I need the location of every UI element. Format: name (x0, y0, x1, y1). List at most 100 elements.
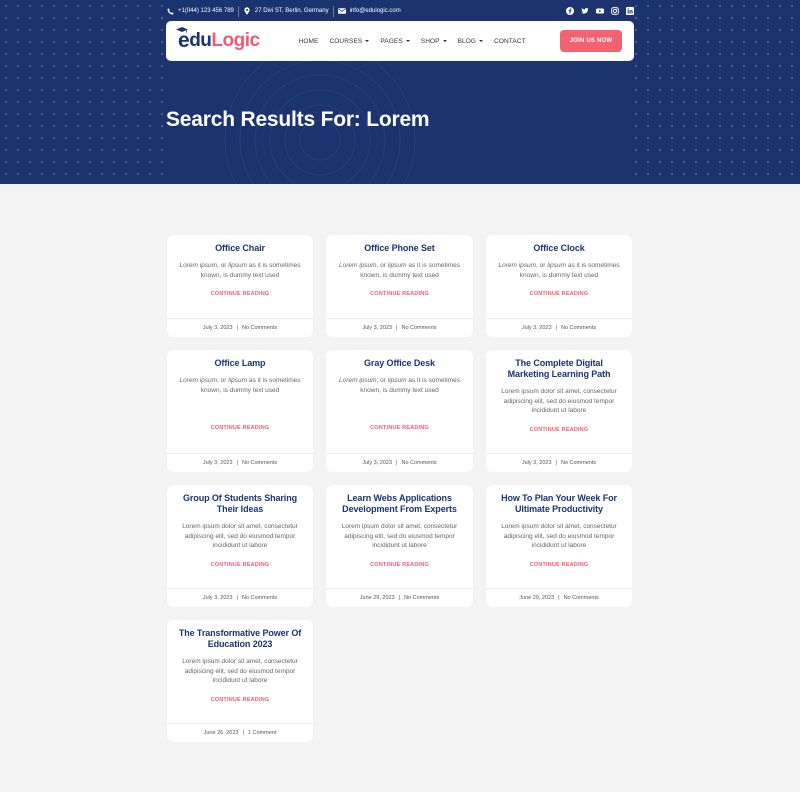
post-date[interactable]: July 3, 2023 (203, 460, 233, 466)
post-title[interactable]: Office Chair (176, 243, 304, 254)
post-title[interactable]: Group Of Students Sharing Their Ideas (176, 493, 304, 515)
chevron-down-icon (365, 40, 370, 42)
email-text: info@edulogic.com (349, 8, 401, 14)
continue-reading-link[interactable]: CONTINUE READING (495, 562, 623, 568)
graduation-cap-icon (176, 27, 188, 33)
post-excerpt: Lorem ipsum dolor sit amet, consectetur … (501, 523, 617, 549)
divider (332, 5, 334, 17)
post-card: How To Plan Your Week For Ultimate Produ… (486, 485, 632, 607)
logo-logic: Logic (211, 30, 260, 51)
post-card: The Transformative Power Of Education 20… (167, 620, 313, 742)
post-card: Office Chair Lorem ipsum, or lipsum as i… (167, 235, 313, 337)
address-info: 27 Divi ST, Berlin, Germany (243, 7, 329, 15)
email-info[interactable]: info@edulogic.com (337, 7, 401, 15)
site-logo[interactable]: e du Logic (176, 27, 260, 53)
twitter-icon[interactable] (581, 7, 589, 15)
post-comments[interactable]: No Comments (564, 595, 599, 601)
phone-icon (166, 7, 174, 15)
post-card: Office Lamp Lorem ipsum, or lipsum as it… (167, 350, 313, 472)
instagram-icon[interactable] (611, 7, 619, 15)
continue-reading-link[interactable]: CONTINUE READING (335, 562, 464, 568)
continue-reading-link[interactable]: CONTINUE READING (176, 697, 304, 703)
continue-reading-link[interactable]: CONTINUE READING (335, 425, 464, 431)
phone-text: +1(044) 123 456 789 (178, 8, 234, 14)
menu-item-blog[interactable]: BLOG (458, 38, 484, 45)
post-meta: June 29, 2023 | No Comments (486, 588, 632, 607)
post-excerpt: Lorem ipsum, or lipsum as it is sometime… (179, 262, 301, 279)
post-card: The Complete Digital Marketing Learning … (486, 350, 632, 472)
post-comments[interactable]: No Comments (401, 325, 436, 331)
post-excerpt: Lorem ipsum, or lipsum as it is sometime… (179, 377, 301, 394)
post-date[interactable]: June 29, 2023 (360, 595, 395, 601)
top-info-bar: +1(044) 123 456 789 27 Divi ST, Berlin, … (166, 4, 634, 18)
logo-e: e (176, 27, 190, 52)
post-excerpt: Lorem ipsum, or lipsum as it is sometime… (338, 377, 461, 394)
post-meta: July 3, 2023 | No Comments (486, 318, 632, 337)
post-comments[interactable]: No Comments (242, 325, 277, 331)
post-title[interactable]: The Transformative Power Of Education 20… (176, 628, 304, 650)
phone-info[interactable]: +1(044) 123 456 789 (166, 7, 234, 15)
logo-du: du (189, 30, 212, 51)
page-title: Search Results For: Lorem (166, 108, 430, 131)
location-pin-icon (243, 7, 251, 15)
post-meta: June 26, 2023 | 1 Comment (167, 723, 313, 742)
post-date[interactable]: July 3, 2023 (362, 460, 392, 466)
post-comments[interactable]: No Comments (404, 595, 439, 601)
post-meta: July 3, 2023 | No Comments (167, 318, 313, 337)
post-meta: July 3, 2023 | No Comments (167, 453, 313, 472)
continue-reading-link[interactable]: CONTINUE READING (176, 562, 304, 568)
post-comments[interactable]: No Comments (401, 460, 436, 466)
post-meta: July 3, 2023 | No Comments (486, 453, 632, 472)
post-title[interactable]: Learn Webs Applications Development From… (335, 493, 464, 515)
dot-pattern-left (0, 0, 170, 184)
continue-reading-link[interactable]: CONTINUE READING (495, 291, 623, 297)
menu-item-home[interactable]: HOME (299, 38, 319, 45)
post-title[interactable]: Office Lamp (176, 358, 304, 369)
menu-item-shop[interactable]: SHOP (421, 38, 447, 45)
post-comments[interactable]: No Comments (561, 460, 596, 466)
post-date[interactable]: June 26, 2023 (204, 730, 239, 736)
post-date[interactable]: June 29, 2023 (519, 595, 554, 601)
join-us-button[interactable]: JOIN US NOW (560, 30, 622, 52)
post-excerpt: Lorem ipsum, or lipsum as it is sometime… (338, 262, 461, 279)
menu-item-contact[interactable]: CONTACT (494, 38, 526, 45)
post-comments[interactable]: No Comments (242, 595, 277, 601)
post-date[interactable]: July 3, 2023 (203, 325, 233, 331)
chevron-down-icon (405, 40, 410, 42)
continue-reading-link[interactable]: CONTINUE READING (176, 291, 304, 297)
youtube-icon[interactable] (596, 7, 604, 15)
post-title[interactable]: Gray Office Desk (335, 358, 464, 369)
post-date[interactable]: July 3, 2023 (362, 325, 392, 331)
chevron-down-icon (479, 40, 484, 42)
main-navbar: e du Logic HOME COURSES PAGES SHOP BLOG … (166, 21, 634, 61)
post-comments[interactable]: No Comments (242, 460, 277, 466)
post-comments[interactable]: No Comments (561, 325, 596, 331)
post-card: Office Phone Set Lorem ipsum, or lipsum … (326, 235, 473, 337)
linkedin-icon[interactable] (626, 7, 634, 15)
post-meta: July 3, 2023 | No Comments (326, 453, 473, 472)
post-title[interactable]: How To Plan Your Week For Ultimate Produ… (495, 493, 623, 515)
post-date[interactable]: July 3, 2023 (522, 325, 552, 331)
post-card: Group Of Students Sharing Their Ideas Lo… (167, 485, 313, 607)
post-date[interactable]: July 3, 2023 (522, 460, 552, 466)
continue-reading-link[interactable]: CONTINUE READING (495, 427, 623, 433)
post-comments[interactable]: 1 Comment (248, 730, 276, 736)
post-card: Gray Office Desk Lorem ipsum, or lipsum … (326, 350, 473, 472)
address-text: 27 Divi ST, Berlin, Germany (254, 8, 329, 14)
post-meta: July 3, 2023 | No Comments (167, 588, 313, 607)
post-title[interactable]: Office Clock (495, 243, 623, 254)
primary-menu: HOME COURSES PAGES SHOP BLOG CONTACT (299, 38, 526, 45)
divider (237, 5, 239, 17)
post-excerpt: Lorem ipsum dolor sit amet, consectetur … (182, 658, 298, 684)
post-excerpt: Lorem ipsum dolor sit amet, consectetur … (501, 388, 617, 414)
post-date[interactable]: July 3, 2023 (203, 595, 233, 601)
post-excerpt: Lorem ipsum, or lipsum as it is sometime… (498, 262, 620, 279)
envelope-icon (337, 7, 346, 15)
continue-reading-link[interactable]: CONTINUE READING (176, 425, 304, 431)
post-title[interactable]: The Complete Digital Marketing Learning … (495, 358, 623, 380)
facebook-icon[interactable] (566, 7, 574, 15)
menu-item-pages[interactable]: PAGES (380, 38, 410, 45)
menu-item-courses[interactable]: COURSES (329, 38, 370, 45)
continue-reading-link[interactable]: CONTINUE READING (335, 291, 464, 297)
post-title[interactable]: Office Phone Set (335, 243, 464, 254)
